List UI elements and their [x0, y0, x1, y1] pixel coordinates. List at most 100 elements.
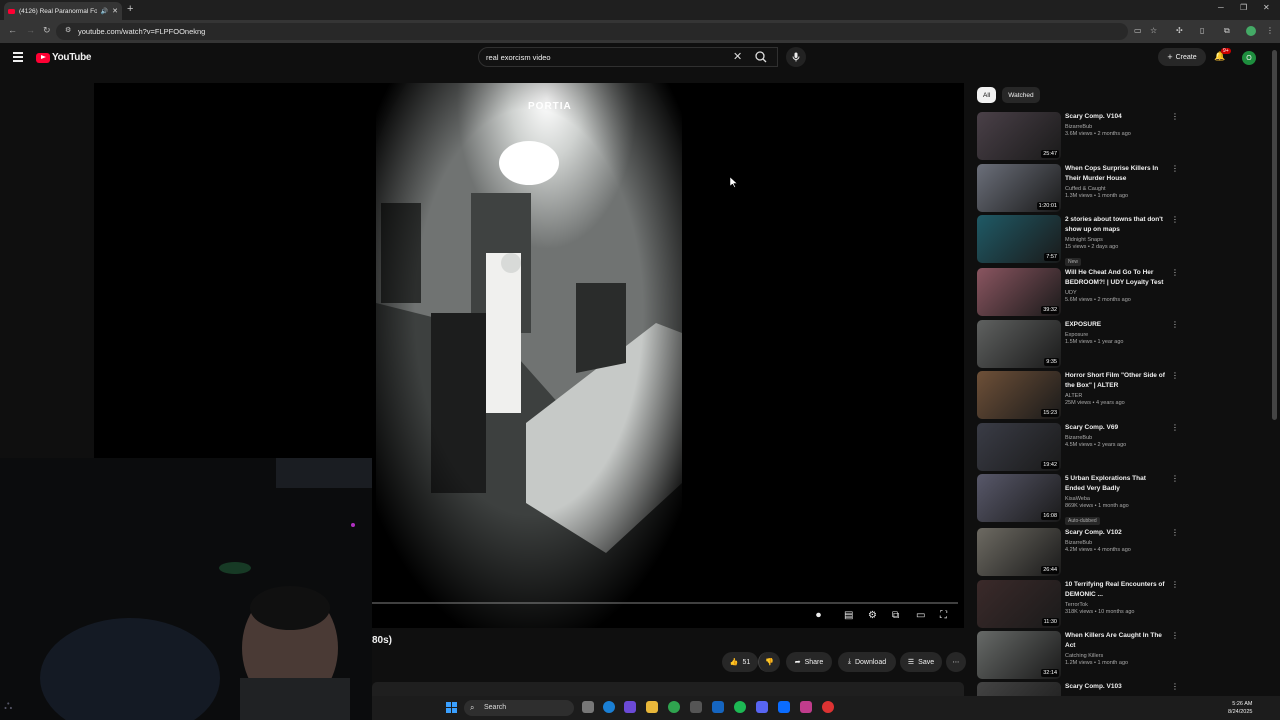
- channel-name[interactable]: BizarreBub: [1065, 124, 1165, 130]
- recommended-video[interactable]: 26:44 Scary Comp. V102 BizarreBub 4.2M view…: [977, 528, 1179, 578]
- video-title-link[interactable]: EXPOSURE: [1065, 320, 1165, 330]
- more-options-icon[interactable]: ⋮: [1171, 268, 1179, 277]
- streaming-app-icon[interactable]: [800, 701, 812, 713]
- video-title-link[interactable]: 10 Terrifying Real Encounters of DEMONIC…: [1065, 580, 1165, 600]
- taskbar-clock[interactable]: 5:26 AM 8/24/2025: [1228, 700, 1252, 716]
- youtube-logo[interactable]: YouTube: [36, 52, 92, 63]
- recommended-video[interactable]: 32:14 When Killers Are Caught In The Act C…: [977, 631, 1179, 681]
- cast-icon[interactable]: ▭: [1134, 26, 1142, 35]
- video-thumbnail[interactable]: 32:14: [977, 631, 1061, 679]
- browser-profile-icon[interactable]: [1246, 26, 1256, 36]
- create-button[interactable]: + Create: [1158, 48, 1206, 66]
- video-thumbnail[interactable]: 16:08: [977, 474, 1061, 522]
- share-button[interactable]: ➦ Share: [786, 652, 832, 672]
- messenger-icon[interactable]: [778, 701, 790, 713]
- video-thumbnail[interactable]: 7:57: [977, 215, 1061, 263]
- more-options-icon[interactable]: ⋮: [1171, 474, 1179, 483]
- more-options-icon[interactable]: ⋮: [1171, 164, 1179, 173]
- outlook-icon[interactable]: [712, 701, 724, 713]
- tab-close-icon[interactable]: ✕: [112, 7, 118, 15]
- extensions-icon[interactable]: ✣: [1176, 26, 1183, 35]
- video-title-link[interactable]: Horror Short Film "Other Side of the Box…: [1065, 371, 1165, 391]
- video-title-link[interactable]: Scary Comp. V102: [1065, 528, 1165, 538]
- fullscreen-icon[interactable]: ⛶: [940, 610, 947, 621]
- more-options-icon[interactable]: ⋮: [1171, 371, 1179, 380]
- settings-gear-icon[interactable]: ⚙: [868, 610, 877, 621]
- more-options-icon[interactable]: ⋮: [1171, 528, 1179, 537]
- new-tab-icon[interactable]: +: [127, 3, 133, 15]
- task-view-icon[interactable]: [582, 701, 594, 713]
- description-box[interactable]: [372, 682, 964, 696]
- video-thumbnail[interactable]: 11:30: [977, 580, 1061, 628]
- side-panel-icon[interactable]: ▯: [1200, 26, 1204, 35]
- channel-name[interactable]: Catching Killers: [1065, 653, 1165, 659]
- theater-mode-icon[interactable]: ▭: [916, 610, 925, 621]
- download-button[interactable]: ⤓ Download: [838, 652, 896, 672]
- video-thumbnail[interactable]: 9:35: [977, 320, 1061, 368]
- copilot-icon[interactable]: [624, 701, 636, 713]
- more-options-icon[interactable]: ⋮: [1171, 215, 1179, 224]
- recommended-video[interactable]: 39:32 Will He Cheat And Go To Her BEDROOM…: [977, 268, 1179, 318]
- more-options-icon[interactable]: ⋮: [1171, 682, 1179, 691]
- more-options-icon[interactable]: ⋮: [1171, 320, 1179, 329]
- windows-start-icon[interactable]: [446, 702, 457, 713]
- window-close-icon[interactable]: ✕: [1263, 3, 1270, 12]
- more-options-icon[interactable]: ⋮: [1171, 631, 1179, 640]
- clear-search-icon[interactable]: ✕: [733, 50, 742, 63]
- chrome-icon[interactable]: [668, 701, 680, 713]
- tab-search-icon[interactable]: ⧉: [1224, 26, 1230, 36]
- edge-browser-icon[interactable]: [603, 701, 615, 713]
- video-thumbnail[interactable]: 26:44: [977, 528, 1061, 576]
- red-app-icon[interactable]: [822, 701, 834, 713]
- dislike-button[interactable]: 👎: [758, 652, 780, 672]
- video-title-link[interactable]: Scary Comp. V69: [1065, 423, 1165, 433]
- video-title-link[interactable]: Scary Comp. V103: [1065, 682, 1165, 692]
- search-button[interactable]: [746, 48, 776, 66]
- autoplay-toggle[interactable]: ⏺: [816, 610, 821, 621]
- video-frame[interactable]: PORTIA: [376, 83, 682, 628]
- video-thumbnail[interactable]: 1:20:01: [977, 164, 1061, 212]
- back-arrow-icon[interactable]: ←: [8, 25, 17, 35]
- recommended-video[interactable]: 25:47 Scary Comp. V104 BizarreBub 3.6M view…: [977, 112, 1179, 162]
- maximize-icon[interactable]: ❐: [1240, 3, 1247, 12]
- minimize-icon[interactable]: ─: [1218, 3, 1224, 12]
- channel-name[interactable]: KisaWeba: [1065, 496, 1165, 502]
- recommended-video[interactable]: 9:35 EXPOSURE Exposure 1.5M views • 1 year …: [977, 320, 1179, 370]
- chip-all[interactable]: All: [977, 87, 997, 103]
- voice-search-button[interactable]: [786, 47, 806, 67]
- browser-menu-icon[interactable]: ⋮: [1266, 26, 1274, 35]
- recommended-video[interactable]: 11:30 10 Terrifying Real Encounters of DE…: [977, 580, 1179, 630]
- site-info-icon[interactable]: ⚙: [65, 26, 71, 34]
- more-options-icon[interactable]: ⋮: [1171, 423, 1179, 432]
- chip-watched[interactable]: Watched: [1002, 87, 1040, 103]
- forward-arrow-icon[interactable]: →: [26, 25, 35, 35]
- channel-name[interactable]: Exposure: [1065, 332, 1165, 338]
- file-explorer-icon[interactable]: [646, 701, 658, 713]
- video-title-link[interactable]: 5 Urban Explorations That Ended Very Bad…: [1065, 474, 1165, 494]
- channel-name[interactable]: UDY: [1065, 290, 1165, 296]
- recommended-video[interactable]: 15:23 Horror Short Film "Other Side of th…: [977, 371, 1179, 421]
- video-title-link[interactable]: Scary Comp. V104: [1065, 112, 1165, 122]
- video-thumbnail[interactable]: 25:47: [977, 112, 1061, 160]
- channel-name[interactable]: Cuffed & Caught: [1065, 186, 1165, 192]
- bookmark-star-icon[interactable]: ☆: [1150, 26, 1157, 35]
- video-title-link[interactable]: When Killers Are Caught In The Act: [1065, 631, 1165, 651]
- taskbar-search[interactable]: ⌕ Search: [464, 700, 574, 716]
- video-title-link[interactable]: When Cops Surprise Killers In Their Murd…: [1065, 164, 1165, 184]
- search-input[interactable]: real exorcism video: [486, 53, 551, 62]
- recommended-video[interactable]: 19:42 Scary Comp. V69 BizarreBub 4.5M views…: [977, 423, 1179, 473]
- browser-tab[interactable]: (4126) Real Paranormal Foo... 🔊 ✕: [4, 2, 122, 20]
- discord-icon[interactable]: [756, 701, 768, 713]
- recommended-video[interactable]: 16:08 5 Urban Explorations That Ended Ver…: [977, 474, 1179, 525]
- reload-icon[interactable]: ↻: [43, 25, 51, 36]
- search-box[interactable]: real exorcism video ✕: [478, 47, 778, 67]
- subtitles-icon[interactable]: ▤: [844, 610, 853, 621]
- store-icon[interactable]: [690, 701, 702, 713]
- more-options-icon[interactable]: ⋮: [1171, 112, 1179, 121]
- more-options-icon[interactable]: ⋮: [1171, 580, 1179, 589]
- video-title-link[interactable]: Will He Cheat And Go To Her BEDROOM?! | …: [1065, 268, 1165, 288]
- channel-name[interactable]: BizarreBub: [1065, 540, 1165, 546]
- miniplayer-icon[interactable]: ⧉: [892, 610, 899, 621]
- video-thumbnail[interactable]: 39:32: [977, 268, 1061, 316]
- save-button[interactable]: ☰ Save: [900, 652, 942, 672]
